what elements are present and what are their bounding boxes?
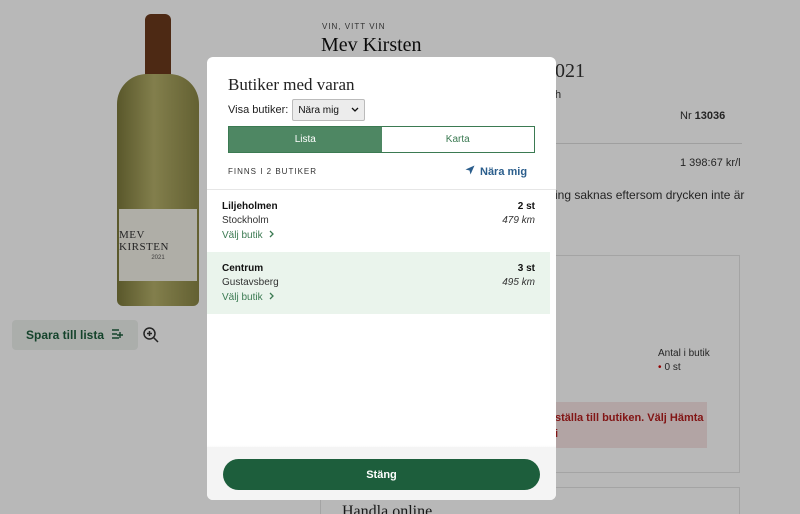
location-arrow-icon [465, 165, 475, 178]
store-stock-count: 3 st [517, 263, 535, 274]
close-button[interactable]: Stäng [223, 459, 540, 490]
tab-lista[interactable]: Lista [229, 127, 382, 152]
store-count-text: FINNS I 2 BUTIKER [228, 167, 318, 176]
choose-store-link[interactable]: Välj butik [222, 292, 535, 303]
store-city: Stockholm [222, 215, 269, 226]
store-filter-row: Visa butiker: Nära mig [228, 99, 366, 121]
chevron-down-icon [351, 106, 359, 115]
stores-modal: Butiker med varan Visa butiker: Nära mig… [207, 57, 556, 500]
modal-footer: Stäng [207, 447, 556, 500]
modal-title: Butiker med varan [228, 75, 355, 94]
store-name: Liljeholmen [222, 201, 278, 212]
store-name: Centrum [222, 263, 264, 274]
store-item: Centrum 3 st Gustavsberg 495 km Välj but… [207, 252, 550, 314]
store-city: Gustavsberg [222, 277, 279, 288]
near-me-link[interactable]: Nära mig [465, 165, 527, 178]
store-item: Liljeholmen 2 st Stockholm 479 km Välj b… [207, 190, 550, 252]
chevron-right-icon [269, 292, 275, 303]
tab-karta[interactable]: Karta [381, 127, 534, 152]
store-stock-count: 2 st [517, 201, 535, 212]
chevron-right-icon [269, 230, 275, 241]
choose-store-link[interactable]: Välj butik [222, 230, 535, 241]
store-filter-label: Visa butiker: [228, 104, 289, 116]
view-tabs: Lista Karta [228, 126, 535, 153]
store-distance: 495 km [502, 277, 535, 288]
store-distance: 479 km [502, 215, 535, 226]
store-filter-select[interactable]: Nära mig [292, 99, 366, 121]
